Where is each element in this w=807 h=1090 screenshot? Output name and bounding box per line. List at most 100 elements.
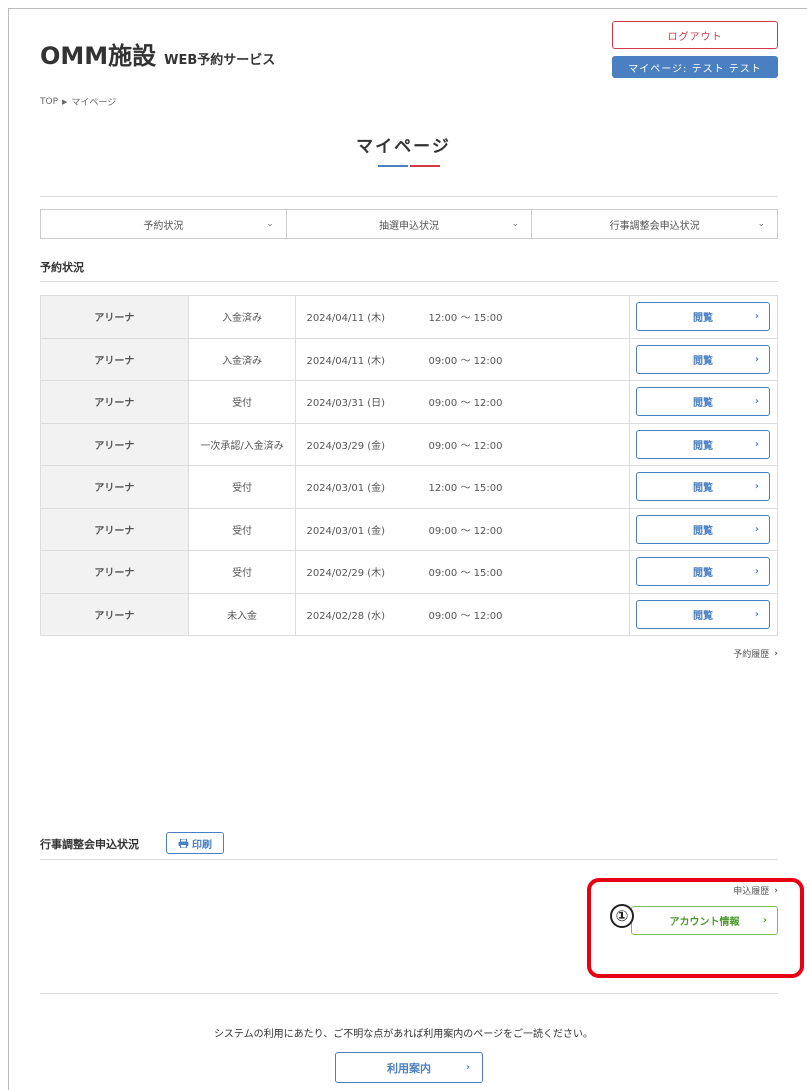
- status-cell: 受付: [187, 465, 297, 509]
- chevron-down-icon: ⌄: [757, 219, 766, 229]
- chevron-right-icon: ›: [754, 353, 759, 365]
- chevron-down-icon: ⌄: [511, 219, 520, 229]
- chevron-right-icon: ›: [774, 648, 778, 659]
- action-cell: 閲覧 ›: [628, 380, 779, 424]
- tab-reservation-status[interactable]: 予約状況 ⌄: [41, 210, 287, 238]
- site-title-main: OMM施設: [40, 42, 157, 70]
- chevron-right-icon: ›: [754, 481, 759, 493]
- step-number-badge: ①: [610, 904, 634, 928]
- site-title[interactable]: OMM施設 WEB予約サービス: [40, 36, 275, 71]
- facility-cell: アリーナ: [40, 380, 189, 424]
- divider: [40, 993, 778, 994]
- datetime-cell: 2024/04/11 (木) 12:00 ～ 15:00: [295, 295, 630, 339]
- status-cell: 入金済み: [187, 295, 297, 339]
- table-row: アリーナ 入金済み 2024/04/11 (木) 09:00 ～ 12:00 閲覧 ›: [40, 337, 779, 381]
- date-text: 2024/03/01 (金): [306, 483, 386, 495]
- time-text: 09:00 ～ 12:00: [428, 398, 503, 410]
- status-cell: 受付: [187, 507, 297, 551]
- date-text: 2024/04/11 (木): [306, 313, 386, 325]
- view-button[interactable]: 閲覧 ›: [635, 599, 770, 629]
- action-cell: 閲覧 ›: [628, 507, 779, 551]
- title-underline-blue: [378, 165, 408, 167]
- table-row: アリーナ 一次承認/入金済み 2024/03/29 (金) 09:00 ～ 12:00…: [40, 422, 779, 466]
- time-text: 09:00 ～ 12:00: [428, 610, 503, 622]
- tab-label: 行事調整会申込状況: [609, 220, 700, 232]
- mypage-user-button[interactable]: マイページ: テスト テスト: [612, 56, 778, 78]
- action-cell: 閲覧 ›: [628, 550, 779, 594]
- time-text: 12:00 ～ 15:00: [428, 483, 503, 495]
- footer-notice: システムの利用にあたり、ご不明な点があれば利用案内のページをご一読ください。: [213, 1029, 594, 1040]
- tab-lottery-status[interactable]: 抽選申込状況 ⌄: [287, 210, 533, 238]
- datetime-cell: 2024/03/29 (金) 09:00 ～ 12:00: [295, 422, 630, 466]
- view-button[interactable]: 閲覧 ›: [635, 344, 770, 374]
- status-tabs: 予約状況 ⌄ 抽選申込状況 ⌄ 行事調整会申込状況 ⌄: [40, 209, 778, 239]
- chevron-right-icon: ›: [754, 523, 759, 535]
- reservation-section-title: 予約状況: [40, 261, 84, 274]
- account-info-label: アカウント情報: [669, 917, 740, 928]
- title-underline-red: [410, 165, 440, 167]
- tab-label: 予約状況: [143, 220, 184, 232]
- status-cell: 受付: [187, 380, 297, 424]
- reservation-history-link[interactable]: 予約履歴 ›: [733, 647, 778, 661]
- time-text: 12:00 ～ 15:00: [428, 313, 503, 325]
- chevron-right-icon: ›: [754, 566, 759, 578]
- view-button[interactable]: 閲覧 ›: [635, 472, 770, 502]
- logout-button[interactable]: ログアウト: [612, 21, 778, 49]
- date-text: 2024/02/29 (木): [306, 568, 386, 580]
- account-info-button[interactable]: アカウント情報 ›: [631, 906, 778, 935]
- view-label: 閲覧: [692, 313, 713, 325]
- breadcrumb-top-link[interactable]: TOP: [40, 97, 58, 107]
- date-text: 2024/03/29 (金): [306, 440, 386, 452]
- chevron-right-icon: ›: [754, 311, 759, 323]
- print-button[interactable]: 印刷: [166, 832, 224, 854]
- facility-cell: アリーナ: [40, 592, 189, 636]
- event-section-title: 行事調整会申込状況: [40, 838, 139, 851]
- breadcrumb: TOP ▶ マイページ: [40, 95, 116, 109]
- action-cell: 閲覧 ›: [628, 337, 779, 381]
- chevron-right-icon: ›: [762, 915, 767, 926]
- table-row: アリーナ 入金済み 2024/04/11 (木) 12:00 ～ 15:00 閲覧 ›: [40, 295, 779, 339]
- facility-cell: アリーナ: [40, 465, 189, 509]
- view-label: 閲覧: [692, 525, 713, 537]
- tab-event-status[interactable]: 行事調整会申込状況 ⌄: [532, 210, 777, 238]
- facility-cell: アリーナ: [40, 550, 189, 594]
- usage-guide-button[interactable]: 利用案内 ›: [335, 1052, 483, 1083]
- view-button[interactable]: 閲覧 ›: [635, 387, 770, 417]
- view-label: 閲覧: [692, 568, 713, 580]
- facility-cell: アリーナ: [40, 422, 189, 466]
- status-cell: 未入金: [187, 592, 297, 636]
- table-row: アリーナ 受付 2024/03/01 (金) 12:00 ～ 15:00 閲覧 ›: [40, 465, 779, 509]
- datetime-cell: 2024/03/01 (金) 09:00 ～ 12:00: [295, 507, 630, 551]
- view-button[interactable]: 閲覧 ›: [635, 514, 770, 544]
- view-button[interactable]: 閲覧 ›: [635, 302, 770, 332]
- print-label: 印刷: [192, 839, 212, 851]
- datetime-cell: 2024/02/29 (木) 09:00 ～ 15:00: [295, 550, 630, 594]
- tab-label: 抽選申込状況: [379, 220, 439, 232]
- view-label: 閲覧: [692, 398, 713, 410]
- status-cell: 一次承認/入金済み: [187, 422, 297, 466]
- date-text: 2024/03/31 (日): [306, 398, 386, 410]
- datetime-cell: 2024/02/28 (水) 09:00 ～ 12:00: [295, 592, 630, 636]
- table-row: アリーナ 受付 2024/02/29 (木) 09:00 ～ 15:00 閲覧 ›: [40, 550, 779, 594]
- facility-cell: アリーナ: [40, 507, 189, 551]
- view-button[interactable]: 閲覧 ›: [635, 429, 770, 459]
- chevron-right-icon: ›: [465, 1062, 470, 1073]
- time-text: 09:00 ～ 15:00: [428, 568, 503, 580]
- datetime-cell: 2024/03/31 (日) 09:00 ～ 12:00: [295, 380, 630, 424]
- datetime-cell: 2024/03/01 (金) 12:00 ～ 15:00: [295, 465, 630, 509]
- printer-icon: [178, 838, 189, 848]
- view-label: 閲覧: [692, 483, 713, 495]
- view-button[interactable]: 閲覧 ›: [635, 557, 770, 587]
- usage-guide-label: 利用案内: [387, 1061, 431, 1075]
- reservation-history-label: 予約履歴: [733, 650, 770, 660]
- divider: [40, 196, 778, 197]
- reservation-table: アリーナ 入金済み 2024/04/11 (木) 12:00 ～ 15:00 閲覧 › アリ…: [40, 295, 779, 636]
- date-text: 2024/02/28 (水): [306, 610, 386, 622]
- action-cell: 閲覧 ›: [628, 295, 779, 339]
- time-text: 09:00 ～ 12:00: [428, 440, 503, 452]
- chevron-right-icon: ›: [754, 396, 759, 408]
- table-row: アリーナ 受付 2024/03/31 (日) 09:00 ～ 12:00 閲覧 ›: [40, 380, 779, 424]
- action-cell: 閲覧 ›: [628, 465, 779, 509]
- time-text: 09:00 ～ 12:00: [428, 355, 503, 367]
- divider: [40, 859, 778, 860]
